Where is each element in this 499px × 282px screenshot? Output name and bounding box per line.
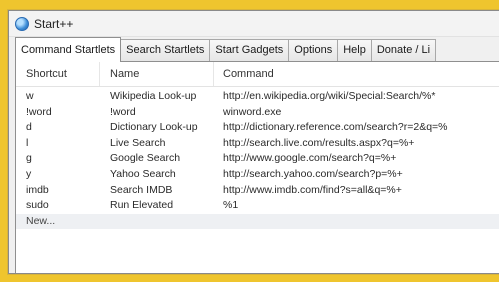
row-shortcut: !word <box>26 105 52 118</box>
table-row[interactable]: l Live Search http://search.live.com/res… <box>16 136 499 152</box>
row-shortcut: l <box>26 136 29 149</box>
column-header-command[interactable]: Command <box>214 62 499 86</box>
row-shortcut: d <box>26 121 32 134</box>
table-row[interactable]: y Yahoo Search http://search.yahoo.com/s… <box>16 167 499 183</box>
window-title: Start++ <box>34 16 74 31</box>
list-header: Shortcut Name Command <box>16 62 499 87</box>
row-command: winword.exe <box>223 105 282 118</box>
table-row[interactable]: g Google Search http://www.google.com/se… <box>16 151 499 167</box>
tab-options[interactable]: Options <box>288 39 339 61</box>
row-name: Live Search <box>110 136 166 149</box>
row-command: http://search.live.com/results.aspx?q=%+ <box>223 136 415 149</box>
startlet-list: w Wikipedia Look-up http://en.wikipedia.… <box>16 87 499 230</box>
table-row[interactable]: !word !word winword.exe <box>16 105 499 121</box>
title-bar: Start++ <box>9 11 499 37</box>
row-shortcut: imdb <box>26 183 49 196</box>
tab-start-gadgets[interactable]: Start Gadgets <box>209 39 290 61</box>
app-icon <box>15 16 29 31</box>
command-startlets-panel: Shortcut Name Command w Wikipedia Look-u… <box>15 61 499 273</box>
row-name: Search IMDB <box>110 183 173 196</box>
new-startlet-row[interactable]: New... <box>16 213 499 230</box>
row-command: http://search.yahoo.com/search?p=%+ <box>223 167 403 180</box>
row-command: %1 <box>223 199 239 212</box>
row-shortcut: y <box>26 167 32 180</box>
row-shortcut: g <box>26 152 32 165</box>
row-command: http://www.google.com/search?q=%+ <box>223 152 397 165</box>
app-window: Start++ Command Startlets Search Startle… <box>8 10 499 274</box>
tab-donate[interactable]: Donate / Li <box>370 39 437 61</box>
table-row[interactable]: w Wikipedia Look-up http://en.wikipedia.… <box>16 89 499 105</box>
row-name: Dictionary Look-up <box>110 121 198 134</box>
row-name: Run Elevated <box>110 199 174 212</box>
tab-command-startlets[interactable]: Command Startlets <box>15 37 122 62</box>
row-shortcut: w <box>26 90 34 102</box>
column-header-shortcut[interactable]: Shortcut <box>16 62 100 86</box>
table-row[interactable]: sudo Run Elevated %1 <box>16 198 499 214</box>
row-name: Google Search <box>110 152 181 165</box>
row-name: Wikipedia Look-up <box>110 90 197 102</box>
table-row[interactable]: imdb Search IMDB http://www.imdb.com/fin… <box>16 183 499 199</box>
table-row[interactable]: d Dictionary Look-up http://dictionary.r… <box>16 120 499 136</box>
new-startlet-label: New... <box>26 214 56 227</box>
row-name: !word <box>110 105 136 118</box>
row-command: http://en.wikipedia.org/wiki/Special:Sea… <box>223 90 436 102</box>
row-command: http://www.imdb.com/find?s=all&q=%+ <box>223 183 402 196</box>
column-header-name[interactable]: Name <box>100 62 214 86</box>
tab-help[interactable]: Help <box>337 39 372 61</box>
row-shortcut: sudo <box>26 199 49 212</box>
tab-search-startlets[interactable]: Search Startlets <box>120 39 211 61</box>
row-command: http://dictionary.reference.com/search?r… <box>223 121 448 134</box>
row-name: Yahoo Search <box>110 167 176 180</box>
tab-strip: Command Startlets Search Startlets Start… <box>15 37 499 62</box>
